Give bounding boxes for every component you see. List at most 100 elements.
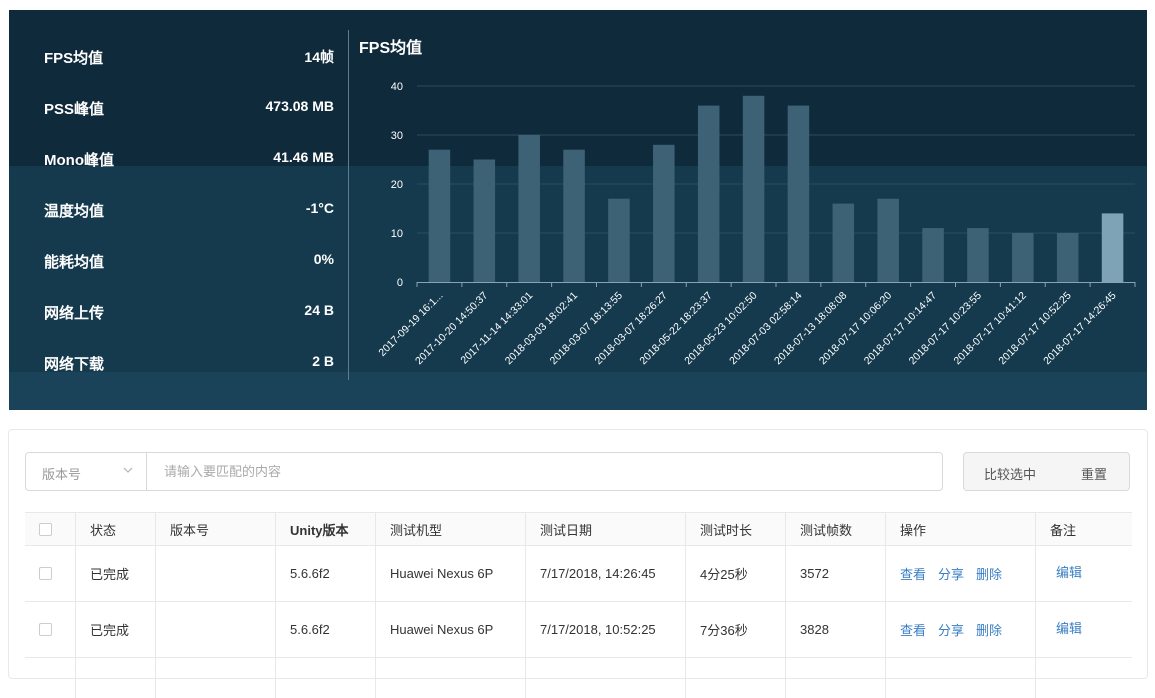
bar-2[interactable]: [518, 135, 540, 282]
stat-label: 网络下载: [44, 356, 105, 373]
stat-value: -1°C: [305, 200, 334, 216]
stat-net-download[interactable]: 网络下载 2 B: [44, 353, 334, 377]
stat-value: 0%: [313, 251, 334, 267]
row-select-cell: [25, 546, 75, 601]
bar-12[interactable]: [967, 228, 989, 282]
row-checkbox[interactable]: [39, 623, 52, 636]
cell-device: [375, 658, 525, 698]
stat-label: FPS均值: [44, 50, 104, 67]
bar-14[interactable]: [1056, 233, 1079, 282]
search-box: 版本号: [25, 452, 943, 491]
bar-11[interactable]: [922, 228, 944, 282]
stat-power-avg[interactable]: 能耗均值 0%: [44, 251, 334, 275]
cell-version: [155, 658, 275, 698]
cell-duration: [685, 658, 785, 698]
bar-7[interactable]: [742, 95, 765, 282]
bar-15[interactable]: [1101, 213, 1124, 282]
bar-8[interactable]: [787, 105, 810, 282]
cell-unity: 5.6.6f2: [275, 602, 375, 657]
column-header-status[interactable]: 状态: [75, 513, 155, 545]
compare-selected-button[interactable]: 比较选中: [984, 464, 1036, 483]
cell-date: [525, 658, 685, 698]
stat-label: 能耗均值: [44, 254, 105, 271]
edit-note-link[interactable]: 编辑: [1056, 562, 1082, 581]
stat-label: 温度均值: [44, 203, 105, 220]
cell-date: 7/17/2018, 10:52:25: [525, 602, 685, 657]
dashboard-panel: FPS均值 14帧 PSS峰值 473.08 MB Mono峰值 41.46 M…: [9, 10, 1147, 410]
delete-link[interactable]: 删除: [976, 564, 1002, 583]
cell-date: 7/17/2018, 14:26:45: [525, 546, 685, 601]
column-header-duration[interactable]: 测试时长: [685, 513, 785, 545]
bar-13[interactable]: [1012, 233, 1034, 282]
stat-value: 2 B: [312, 353, 334, 369]
stat-label: Mono峰值: [44, 152, 114, 169]
test-records-panel: 版本号 比较选中 重置 状态 版本号 Unity版本 测试机型 测试日期 测试时…: [8, 429, 1148, 698]
fps-bar-chart: FPS均值 0 10 20 30 40 2017-09-19 16:1...2017-1…: [359, 38, 1136, 368]
bar-9[interactable]: [832, 203, 855, 282]
view-link[interactable]: 查看: [900, 564, 926, 583]
cell-status: 已完成: [75, 546, 155, 601]
column-header-frames[interactable]: 测试帧数: [785, 513, 885, 545]
cell-duration: 4分25秒: [685, 546, 785, 601]
cell-actions: [885, 658, 1035, 698]
edit-note-link[interactable]: 编辑: [1056, 618, 1082, 637]
stat-label: PSS峰值: [44, 101, 105, 118]
column-header-note: 备注: [1035, 513, 1132, 545]
bar-1[interactable]: [473, 159, 496, 283]
bar-4[interactable]: [608, 198, 630, 282]
bar-3[interactable]: [563, 149, 585, 282]
cell-duration: 7分36秒: [685, 602, 785, 657]
stats-list: FPS均值 14帧 PSS峰值 473.08 MB Mono峰值 41.46 M…: [9, 10, 348, 410]
chart-bars: [428, 95, 1124, 283]
cell-frames: [785, 658, 885, 698]
cell-note: 编辑: [1035, 546, 1132, 601]
column-header-unity[interactable]: Unity版本: [275, 513, 375, 545]
chevron-down-icon: [123, 467, 133, 473]
action-button-group: 比较选中 重置: [963, 452, 1130, 491]
cell-status: 已完成: [75, 602, 155, 657]
stat-value: 473.08 MB: [265, 98, 334, 114]
column-header-version[interactable]: 版本号: [155, 513, 275, 545]
stat-temp-avg[interactable]: 温度均值 -1°C: [44, 200, 334, 224]
stat-fps-avg[interactable]: FPS均值 14帧: [44, 47, 334, 71]
chart-x-axis: [416, 282, 1136, 287]
column-header-actions: 操作: [885, 513, 1035, 545]
chart-title: FPS均值: [359, 38, 422, 57]
y-tick-label: 0: [397, 277, 403, 289]
view-link[interactable]: 查看: [900, 620, 926, 639]
bar-10[interactable]: [877, 198, 899, 282]
row-checkbox[interactable]: [39, 567, 52, 580]
chart-y-axis: 0 10 20 30 40: [391, 81, 403, 289]
select-all-checkbox[interactable]: [39, 522, 52, 536]
cell-frames: 3572: [785, 546, 885, 601]
stat-pss-peak[interactable]: PSS峰值 473.08 MB: [44, 98, 334, 122]
stat-label: 网络上传: [44, 305, 105, 322]
y-tick-label: 30: [391, 130, 403, 142]
bar-6[interactable]: [697, 105, 720, 282]
stat-mono-peak[interactable]: Mono峰值 41.46 MB: [44, 149, 334, 173]
cell-status: [75, 658, 155, 698]
search-field-select[interactable]: 版本号: [26, 453, 147, 490]
stat-net-upload[interactable]: 网络上传 24 B: [44, 302, 334, 326]
column-header-device[interactable]: 测试机型: [375, 513, 525, 545]
bar-5[interactable]: [653, 144, 675, 282]
y-tick-label: 40: [391, 81, 403, 93]
delete-link[interactable]: 删除: [976, 620, 1002, 639]
search-input[interactable]: [148, 453, 942, 490]
share-link[interactable]: 分享: [938, 620, 964, 639]
bar-0[interactable]: [428, 149, 451, 282]
row-select-cell: [25, 602, 75, 657]
cell-version: [155, 602, 275, 657]
cell-version: [155, 546, 275, 601]
cell-note: 编辑: [1035, 602, 1132, 657]
search-field-select-value: 版本号: [42, 467, 82, 482]
cell-unity: 5.6.6f2: [275, 546, 375, 601]
table-header-row: 状态 版本号 Unity版本 测试机型 测试日期 测试时长 测试帧数 操作 备注: [25, 512, 1132, 546]
column-header-date[interactable]: 测试日期: [525, 513, 685, 545]
share-link[interactable]: 分享: [938, 564, 964, 583]
stat-value: 24 B: [304, 302, 334, 318]
chart-x-labels: 2017-09-19 16:1...2017-10-20 14:50:37201…: [376, 290, 1118, 368]
reset-button[interactable]: 重置: [1081, 464, 1107, 483]
y-tick-label: 20: [391, 179, 403, 191]
cell-actions: 查看 分享 删除: [885, 602, 1035, 657]
